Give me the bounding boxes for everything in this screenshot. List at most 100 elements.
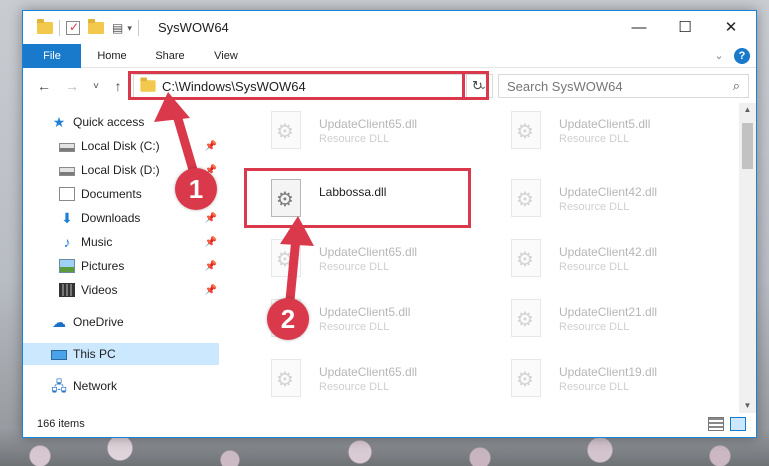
- sidebar-item-label: Videos: [81, 283, 118, 297]
- dll-file-icon: [271, 239, 301, 277]
- scroll-up-icon[interactable]: ▲: [739, 103, 756, 117]
- file-name: UpdateClient65.dll: [319, 365, 418, 379]
- customize-icon[interactable]: ▤: [112, 21, 123, 35]
- tab-file[interactable]: File: [23, 44, 81, 68]
- file-type: Resource DLL: [559, 261, 630, 273]
- details-view-icon[interactable]: [708, 417, 724, 431]
- search-box[interactable]: ⌕: [498, 74, 749, 98]
- cloud-icon: ☁: [52, 314, 66, 330]
- properties-icon[interactable]: ✓: [66, 20, 80, 35]
- refresh-button[interactable]: ↻: [466, 75, 488, 97]
- sidebar-item-label: Music: [81, 235, 113, 249]
- file-name: UpdateClient65.dll: [319, 117, 418, 131]
- sidebar-item-label: Pictures: [81, 259, 125, 273]
- pin-icon[interactable]: 📌: [205, 213, 217, 224]
- file-name: Labbossa.dll: [319, 185, 387, 199]
- file-item[interactable]: UpdateClient5.dll Resource DLL: [483, 105, 713, 155]
- large-icons-view-icon[interactable]: [730, 417, 746, 431]
- annotation-badge-1: 1: [175, 168, 217, 210]
- file-item[interactable]: UpdateClient42.dll Resource DLL: [483, 233, 713, 283]
- scroll-down-icon[interactable]: ▼: [739, 399, 756, 413]
- pin-icon[interactable]: 📌: [205, 141, 217, 152]
- folder-icon: [140, 77, 156, 92]
- file-name: UpdateClient42.dll: [559, 245, 658, 259]
- network-icon: 🖧: [51, 378, 67, 394]
- file-name: UpdateClient5.dll: [559, 117, 651, 131]
- sidebar-item-videos[interactable]: Videos 📌: [59, 279, 217, 301]
- up-button[interactable]: ↑: [109, 77, 127, 95]
- file-item[interactable]: UpdateClient21.dll Resource DLL: [483, 293, 713, 343]
- videos-icon: [59, 283, 75, 297]
- minimize-button[interactable]: —: [616, 11, 662, 43]
- file-type: Resource DLL: [559, 201, 630, 213]
- dll-file-icon: [271, 359, 301, 397]
- file-type: Resource DLL: [319, 321, 390, 333]
- forward-button[interactable]: →: [63, 77, 81, 95]
- sidebar-item-label: Local Disk (D:): [81, 163, 160, 177]
- folder-icon: [37, 19, 53, 34]
- sidebar-item-music[interactable]: ♪ Music 📌: [59, 231, 218, 253]
- tab-view[interactable]: View: [201, 44, 251, 68]
- tab-share[interactable]: Share: [143, 44, 197, 68]
- download-icon: ⬇: [61, 210, 73, 226]
- file-name: UpdateClient42.dll: [559, 185, 658, 199]
- search-input[interactable]: [507, 78, 717, 94]
- maximize-button[interactable]: ☐: [662, 11, 708, 43]
- sidebar-item-local-disk-c[interactable]: Local Disk (C:) 📌: [59, 135, 217, 157]
- file-list: UpdateClient65.dll Resource DLL UpdateCl…: [219, 103, 739, 413]
- file-type: Resource DLL: [559, 133, 630, 145]
- pin-icon[interactable]: 📌: [205, 285, 217, 296]
- back-button[interactable]: ←: [35, 77, 53, 95]
- toolbar-separator: [137, 20, 139, 36]
- sidebar-item-label: Quick access: [73, 115, 145, 129]
- vertical-scrollbar[interactable]: ▲ ▼: [739, 103, 756, 413]
- file-type: Resource DLL: [559, 321, 630, 333]
- dll-file-icon: [511, 111, 541, 149]
- ribbon: File Home Share View ⌄ ?: [23, 44, 756, 68]
- file-item[interactable]: UpdateClient42.dll Resource DLL: [483, 173, 713, 223]
- file-type: Resource DLL: [559, 381, 630, 393]
- sidebar-item-quick-access[interactable]: ★ Quick access: [51, 111, 211, 133]
- sidebar-item-label: This PC: [73, 347, 116, 361]
- sidebar-item-this-pc[interactable]: This PC: [23, 343, 219, 365]
- new-folder-icon[interactable]: [88, 19, 104, 34]
- close-button[interactable]: ✕: [708, 11, 754, 43]
- dll-file-icon: [271, 111, 301, 149]
- star-icon: ★: [52, 114, 66, 130]
- scrollbar-thumb[interactable]: [742, 123, 753, 169]
- address-bar[interactable]: C:\Windows\SysWOW64 ⌄: [133, 74, 493, 98]
- drive-icon: [59, 167, 75, 176]
- status-bar: 166 items: [23, 413, 756, 437]
- file-name: UpdateClient5.dll: [319, 305, 411, 319]
- pin-icon[interactable]: 📌: [205, 261, 217, 272]
- address-path[interactable]: C:\Windows\SysWOW64: [162, 79, 474, 94]
- music-icon: ♪: [63, 234, 71, 250]
- search-icon[interactable]: ⌕: [733, 78, 740, 94]
- dll-file-icon: [271, 179, 301, 217]
- dll-file-icon: [511, 239, 541, 277]
- sidebar-item-label: OneDrive: [73, 315, 124, 329]
- file-item[interactable]: UpdateClient65.dll Resource DLL: [243, 353, 473, 403]
- pc-icon: [51, 350, 67, 360]
- sidebar-item-onedrive[interactable]: ☁ OneDrive: [51, 311, 211, 333]
- pin-icon[interactable]: 📌: [205, 237, 217, 248]
- annotation-badge-2: 2: [267, 298, 309, 340]
- dll-file-icon: [511, 359, 541, 397]
- ribbon-expand-icon[interactable]: ⌄: [711, 44, 727, 68]
- documents-icon: [59, 187, 75, 201]
- file-item[interactable]: UpdateClient65.dll Resource DLL: [243, 233, 473, 283]
- sidebar-item-label: Documents: [81, 187, 142, 201]
- file-item-selected[interactable]: Labbossa.dll: [243, 173, 473, 223]
- file-name: UpdateClient65.dll: [319, 245, 418, 259]
- window-title: SysWOW64: [158, 20, 229, 35]
- file-item[interactable]: UpdateClient19.dll Resource DLL: [483, 353, 713, 403]
- sidebar-item-downloads[interactable]: ⬇ Downloads 📌: [59, 207, 217, 229]
- sidebar-item-network[interactable]: 🖧 Network: [51, 375, 211, 397]
- help-icon[interactable]: ?: [734, 48, 750, 64]
- sidebar-item-pictures[interactable]: Pictures 📌: [59, 255, 217, 277]
- tab-home[interactable]: Home: [85, 44, 139, 68]
- sidebar-item-label: Downloads: [81, 211, 141, 225]
- recent-locations-button[interactable]: ˅: [87, 77, 105, 95]
- file-item[interactable]: UpdateClient65.dll Resource DLL: [243, 105, 473, 155]
- qa-dropdown-icon[interactable]: ▾: [127, 23, 132, 34]
